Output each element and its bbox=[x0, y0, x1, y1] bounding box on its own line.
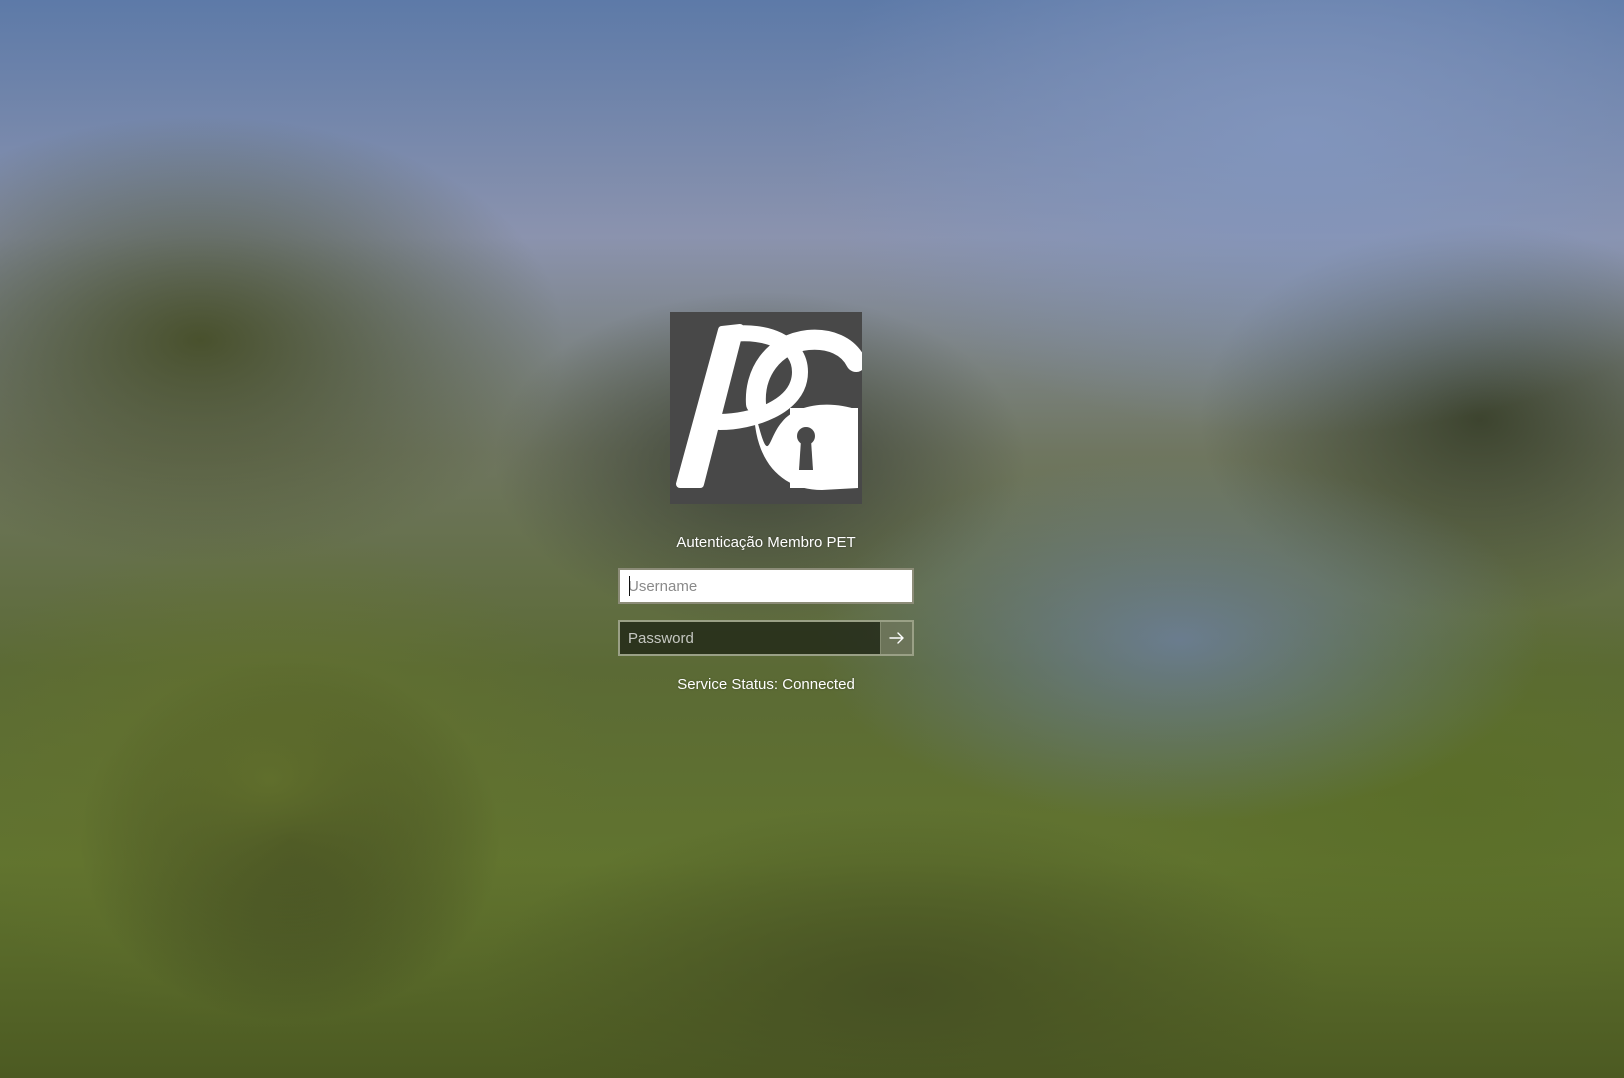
username-input[interactable] bbox=[620, 570, 912, 602]
text-caret bbox=[629, 576, 630, 596]
login-panel: Autenticação Membro PET Service Status: … bbox=[618, 312, 914, 694]
user-avatar-tile bbox=[670, 312, 862, 504]
password-field-container bbox=[618, 620, 914, 656]
arrow-right-icon bbox=[888, 632, 904, 644]
pg-padlock-logo-icon bbox=[676, 324, 862, 490]
login-title: Autenticação Membro PET bbox=[676, 534, 856, 551]
service-status-text: Service Status: Connected bbox=[677, 676, 855, 693]
password-input[interactable] bbox=[620, 622, 880, 654]
username-field-container bbox=[618, 568, 914, 604]
submit-button[interactable] bbox=[880, 622, 912, 654]
